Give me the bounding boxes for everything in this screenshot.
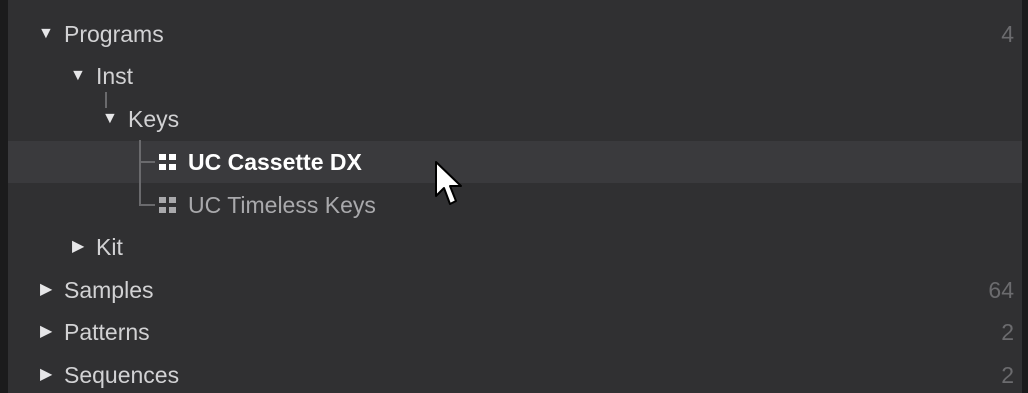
expand-arrow-right-icon[interactable]: ▶ [40,311,60,353]
tree-row-sequences[interactable]: ▶ Sequences 2 [8,354,1022,393]
tree-label-keys: Keys [128,106,180,132]
program-grid-icon [159,154,176,170]
tree-row-kit[interactable]: ▶ Kit [8,226,1022,268]
tree-label-inst: Inst [96,63,134,89]
tree-row-inst[interactable]: ▼ Inst [8,55,1022,97]
mouse-cursor-icon [435,161,462,205]
expand-arrow-down-icon[interactable]: ▼ [38,13,58,55]
tree-label-samples: Samples [64,277,154,303]
item-count-sequences: 2 [1001,362,1014,388]
item-count-patterns: 2 [1001,319,1014,345]
program-grid-icon [159,197,176,213]
tree-connector-line [139,161,155,163]
browser-tree: ▼ Programs 4 ▼ Inst ▼ Keys UC Cassette D… [8,0,1022,393]
tree-row-programs[interactable]: ▼ Programs 4 [8,13,1022,55]
item-count-samples: 64 [988,277,1014,303]
expand-arrow-right-icon[interactable]: ▶ [40,354,60,393]
item-count-programs: 4 [1001,21,1014,47]
expand-arrow-right-icon[interactable]: ▶ [72,226,92,268]
tree-row-patterns[interactable]: ▶ Patterns 2 [8,311,1022,353]
tree-label-programs: Programs [64,21,164,47]
expand-arrow-right-icon[interactable]: ▶ [40,269,60,311]
tree-label-patterns: Patterns [64,319,150,345]
tree-row-samples[interactable]: ▶ Samples 64 [8,269,1022,311]
tree-row-uc-timeless-keys[interactable]: UC Timeless Keys [8,184,1022,226]
tree-label-sequences: Sequences [64,362,180,388]
tree-label-uc-cassette-dx: UC Cassette DX [188,149,362,175]
expand-arrow-down-icon[interactable]: ▼ [102,98,122,140]
tree-label-kit: Kit [96,234,123,260]
tree-label-uc-timeless-keys: UC Timeless Keys [188,192,376,218]
tree-row-keys[interactable]: ▼ Keys [8,98,1022,140]
tree-row-uc-cassette-dx[interactable]: UC Cassette DX [8,141,1022,183]
expand-arrow-down-icon[interactable]: ▼ [70,55,90,97]
